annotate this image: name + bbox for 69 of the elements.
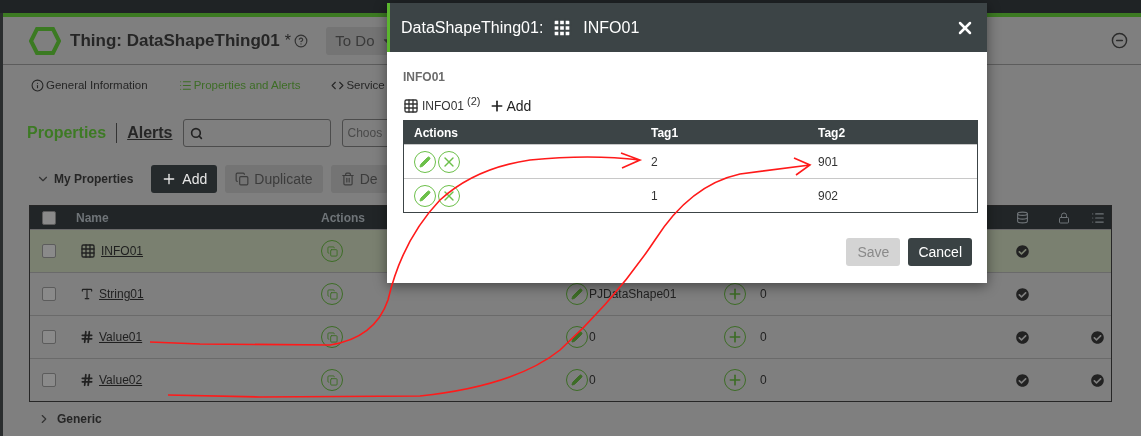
dialog-button[interactable]: Cancel (908, 238, 972, 266)
page-title: Thing: DataShapeThing01 (70, 30, 280, 51)
search-icon (189, 126, 203, 140)
column-header: Tag2 (818, 125, 847, 140)
trash-icon (340, 172, 355, 186)
count-value: 0 (760, 373, 767, 387)
nav-tab[interactable]: Service (331, 78, 385, 92)
hexagon-logo (29, 26, 61, 55)
hash-icon (80, 330, 94, 344)
table-cell-text: 2 (651, 154, 659, 169)
table-cell-text: 902 (818, 188, 840, 203)
property-value: 0 (589, 330, 596, 344)
search-field[interactable] (182, 119, 331, 147)
property-link[interactable]: String01 (99, 287, 144, 301)
count-value: 0 (760, 330, 767, 344)
dialog-title: DataShapeThing01: (401, 18, 544, 37)
group-label: Generic (57, 412, 102, 426)
info-icon (31, 78, 44, 92)
table-icon (80, 243, 96, 259)
column-header: Actions (414, 125, 459, 140)
dialog-subtitle: INFO01 (583, 18, 640, 37)
table-name: INFO01 (422, 99, 464, 113)
row-checkbox[interactable] (42, 330, 56, 344)
add-button[interactable]: Add (489, 98, 532, 114)
table-row[interactable]: Value02 0 0 (30, 358, 1111, 401)
property-link[interactable]: INFO01 (101, 244, 143, 258)
column-header: Name (76, 210, 110, 225)
row-checkbox[interactable] (42, 373, 56, 387)
table-cell-text: 1 (651, 188, 659, 203)
collapse-icon[interactable] (1111, 32, 1128, 49)
pencil-icon (419, 155, 431, 168)
list-icon (178, 78, 192, 92)
row-checkbox[interactable] (42, 287, 56, 301)
copy-icon (326, 288, 338, 300)
property-link[interactable]: Value02 (99, 373, 143, 387)
table-row[interactable]: Value01 0 0 (30, 315, 1111, 358)
section-label: INFO01 (403, 70, 446, 84)
row-checkbox[interactable] (42, 244, 56, 258)
select-all-checkbox[interactable] (42, 210, 56, 225)
text-icon (80, 287, 94, 301)
plus-icon (727, 372, 743, 388)
table-icon (403, 98, 419, 114)
copy-icon (235, 172, 250, 186)
pencil-icon (419, 189, 431, 202)
lock-icon (1057, 211, 1070, 224)
column-header: Tag1 (651, 125, 680, 140)
section-tab[interactable]: Alerts (127, 124, 173, 142)
list-icon (1090, 210, 1105, 225)
copy-icon (326, 374, 338, 386)
group-label: My Properties (54, 172, 134, 186)
modified-mark: * (284, 31, 291, 50)
column-header: Actions (321, 210, 366, 225)
database-icon (1016, 211, 1029, 224)
row-count: (2) (467, 95, 481, 107)
copy-icon (326, 245, 338, 257)
pencil-icon (571, 331, 583, 343)
toolbar-button[interactable]: Add (151, 165, 218, 193)
property-link[interactable]: Value01 (99, 330, 143, 344)
table-cell-text: 901 (818, 154, 840, 169)
plus-icon (727, 329, 743, 345)
nav-tab[interactable]: General Information (31, 78, 148, 92)
help-icon[interactable] (293, 33, 308, 48)
plus-icon (727, 286, 743, 302)
count-value: 0 (760, 287, 767, 301)
pencil-icon (571, 288, 583, 300)
copy-icon (326, 331, 338, 343)
pencil-icon (571, 374, 583, 386)
hash-icon (80, 373, 94, 387)
property-value: 0 (589, 373, 596, 387)
